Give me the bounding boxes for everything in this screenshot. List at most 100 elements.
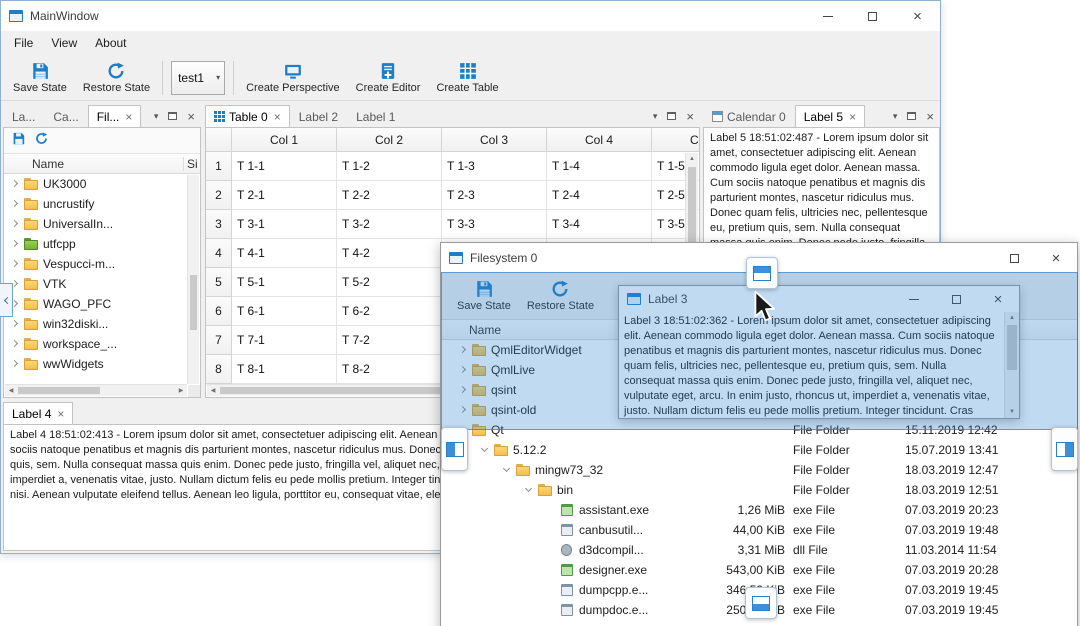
expander-icon[interactable] — [523, 484, 536, 496]
dock-close-button[interactable]: × — [187, 109, 195, 124]
create-perspective-button[interactable]: Create Perspective — [238, 60, 348, 96]
table-cell[interactable]: T 2-3 — [442, 181, 547, 210]
dock-tab[interactable]: Calendar 0 × — [703, 105, 795, 127]
expander-icon[interactable] — [457, 364, 470, 376]
tree-horizontal-scrollbar[interactable]: ◀ ▶ — [5, 384, 187, 396]
table-cell[interactable]: T 4-2 — [337, 239, 442, 268]
table-column-header[interactable]: Col 1 — [232, 128, 337, 152]
table-column-header[interactable]: Col 2 — [337, 128, 442, 152]
tabs-menu-button[interactable]: ▾ — [154, 111, 159, 122]
table-column-header[interactable]: Col 4 — [547, 128, 652, 152]
create-table-button[interactable]: Create Table — [428, 60, 506, 96]
tab-close-icon[interactable]: × — [57, 408, 64, 420]
maximize-button[interactable] — [935, 286, 977, 312]
file-row[interactable]: canbusutil... 44,00 KiB exe File 07.03.2… — [441, 520, 1077, 540]
expander-icon[interactable] — [457, 404, 470, 416]
table-cell[interactable]: T 6-1 — [232, 297, 337, 326]
menu-item[interactable]: File — [5, 33, 42, 53]
table-cell[interactable]: T 3-4 — [547, 210, 652, 239]
scroll-down-icon[interactable]: ▼ — [1005, 406, 1019, 418]
expander-icon[interactable] — [479, 444, 492, 456]
drop-indicator-top[interactable] — [746, 257, 778, 289]
folder-row[interactable]: VTK — [4, 274, 200, 294]
scroll-right-icon[interactable]: ▶ — [175, 385, 187, 396]
table-cell[interactable]: T 1-2 — [337, 152, 442, 181]
file-row[interactable]: 5.12.2 File Folder 15.07.2019 13:41 — [441, 440, 1077, 460]
table-cell[interactable]: T 3-3 — [442, 210, 547, 239]
restore-state-button[interactable]: Restore State — [519, 278, 602, 314]
folder-row[interactable]: UK3000 — [4, 174, 200, 194]
create-editor-button[interactable]: Create Editor — [348, 60, 429, 96]
scrollbar-thumb[interactable] — [1007, 325, 1017, 370]
folder-row[interactable]: WAGO_PFC — [4, 294, 200, 314]
expander-icon[interactable] — [545, 544, 558, 556]
folder-row[interactable]: UniversalIn... — [4, 214, 200, 234]
undock-button[interactable] — [907, 112, 917, 120]
expander-icon[interactable] — [545, 604, 558, 616]
tabs-menu-button[interactable]: ▾ — [893, 111, 898, 122]
table-cell[interactable]: T 8-1 — [232, 355, 337, 384]
expander-icon[interactable] — [457, 384, 470, 396]
folder-row[interactable]: uncrustify — [4, 194, 200, 214]
expander-icon[interactable] — [9, 178, 22, 190]
tab-close-icon[interactable]: × — [125, 111, 132, 123]
dock-tab[interactable]: Table 0 × — [205, 105, 290, 127]
row-header[interactable]: 7 — [206, 326, 232, 355]
table-cell[interactable]: T 3-1 — [232, 210, 337, 239]
row-header[interactable]: 3 — [206, 210, 232, 239]
table-cell[interactable]: T 4-1 — [232, 239, 337, 268]
restore-state-button[interactable]: Restore State — [75, 60, 158, 96]
table-cell[interactable]: T 7-1 — [232, 326, 337, 355]
perspective-combobox[interactable]: test1 ▾ — [171, 60, 226, 95]
file-row[interactable]: bin File Folder 18.03.2019 12:51 — [441, 480, 1077, 500]
expander-icon[interactable] — [9, 218, 22, 230]
expander-icon[interactable] — [9, 238, 22, 250]
dock-tab[interactable]: Label 2 × — [290, 105, 347, 127]
expander-icon[interactable] — [9, 338, 22, 350]
table-cell[interactable]: T 2-1 — [232, 181, 337, 210]
label3-vertical-scrollbar[interactable]: ▲ ▼ — [1004, 312, 1019, 418]
file-row[interactable]: d3dcompil... 3,31 MiB dll File 11.03.201… — [441, 540, 1077, 560]
undock-button[interactable] — [667, 112, 677, 120]
dock-tab[interactable]: La... × — [3, 105, 44, 127]
expander-icon[interactable] — [501, 464, 514, 476]
scrollbar-thumb[interactable] — [190, 275, 197, 330]
scroll-left-icon[interactable]: ◀ — [207, 385, 219, 396]
header-size[interactable]: Si — [183, 156, 200, 171]
row-header[interactable]: 5 — [206, 268, 232, 297]
expander-icon[interactable] — [9, 258, 22, 270]
tree-vertical-scrollbar[interactable] — [187, 175, 199, 384]
folder-row[interactable]: win32diski... — [4, 314, 200, 334]
row-header[interactable]: 8 — [206, 355, 232, 384]
table-cell[interactable]: T 7-2 — [337, 326, 442, 355]
restore-state-small-button[interactable] — [35, 131, 48, 150]
folder-row[interactable]: workspace_... — [4, 334, 200, 354]
expander-icon[interactable] — [545, 564, 558, 576]
dock-close-button[interactable]: × — [686, 109, 694, 124]
table-cell[interactable]: T 1-1 — [232, 152, 337, 181]
scroll-left-icon[interactable]: ◀ — [5, 385, 17, 396]
folder-row[interactable]: wwWidgets — [4, 354, 200, 374]
dock-tab[interactable]: Fil... × — [87, 105, 142, 127]
expander-icon[interactable] — [545, 524, 558, 536]
tab-close-icon[interactable]: × — [274, 111, 281, 123]
close-button[interactable]: × — [895, 1, 940, 31]
table-cell[interactable]: T 5-2 — [337, 268, 442, 297]
table-cell[interactable]: T 5-1 — [232, 268, 337, 297]
label3-titlebar[interactable]: Label 3 × — [619, 286, 1019, 312]
tabs-menu-button[interactable]: ▾ — [653, 111, 658, 122]
expander-icon[interactable] — [9, 318, 22, 330]
save-state-button[interactable]: Save State — [449, 278, 519, 314]
table-cell[interactable]: T 6-2 — [337, 297, 442, 326]
file-row[interactable]: mingw73_32 File Folder 18.03.2019 12:47 — [441, 460, 1077, 480]
file-row[interactable]: designer.exe 543,00 KiB exe File 07.03.2… — [441, 560, 1077, 580]
label3-text[interactable]: Label 3 18:51:02:362 - Lorem ipsum dolor… — [619, 312, 1004, 418]
row-header[interactable]: 4 — [206, 239, 232, 268]
dock-tab[interactable]: Label 4 × — [3, 402, 74, 424]
edge-indicator-left[interactable] — [0, 283, 13, 317]
maximize-button[interactable] — [993, 243, 1035, 273]
folder-row[interactable]: Vespucci-m... — [4, 254, 200, 274]
dock-tab[interactable]: Label 1 × — [347, 105, 404, 127]
main-titlebar[interactable]: MainWindow × — [1, 1, 940, 31]
close-button[interactable]: × — [977, 286, 1019, 312]
